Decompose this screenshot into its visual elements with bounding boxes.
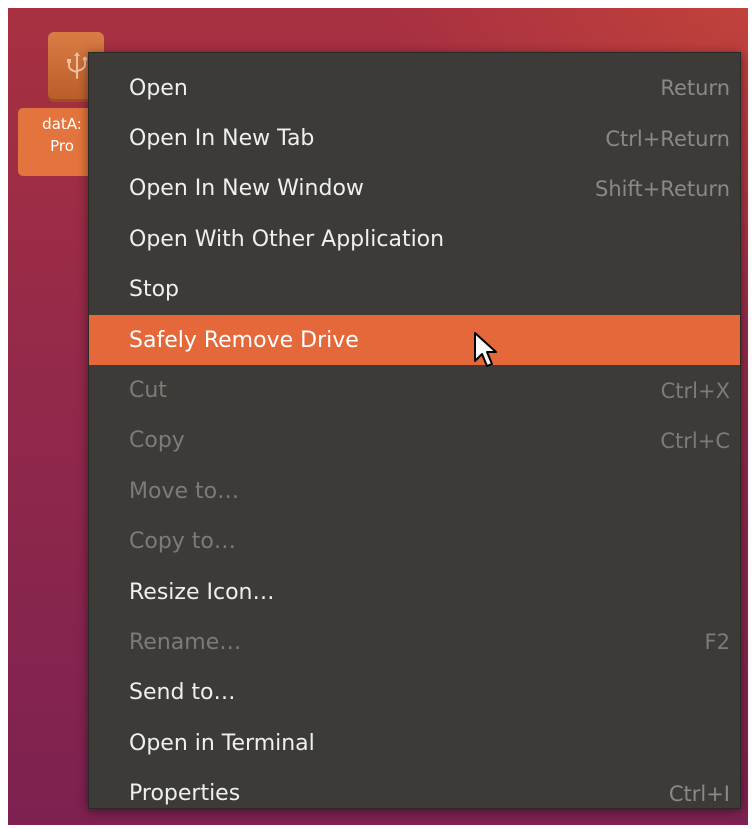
context-menu: Open Return Open In New Tab Ctrl+Return Open… bbox=[88, 52, 741, 809]
mouse-pointer-icon bbox=[474, 332, 497, 367]
menu-item-label: Open With Other Application bbox=[129, 226, 445, 252]
menu-item-label: Open in Terminal bbox=[129, 730, 315, 756]
menu-item-open-with-other-application[interactable]: Open With Other Application bbox=[89, 214, 740, 264]
menu-item-shortcut: Return bbox=[660, 76, 730, 101]
menu-item-label: Copy bbox=[129, 428, 185, 454]
menu-item-shortcut: Shift+Return bbox=[594, 176, 730, 201]
menu-item-label: Send to… bbox=[129, 680, 236, 706]
menu-item-label: Rename… bbox=[129, 629, 242, 655]
menu-item-open-in-new-tab[interactable]: Open In New Tab Ctrl+Return bbox=[89, 113, 740, 163]
menu-item-label: Copy to… bbox=[129, 529, 236, 555]
menu-item-rename[interactable]: Rename… F2 bbox=[89, 617, 740, 667]
menu-item-shortcut: Ctrl+X bbox=[660, 378, 730, 403]
menu-item-shortcut: Ctrl+Return bbox=[605, 126, 730, 151]
menu-item-move-to[interactable]: Move to… bbox=[89, 466, 740, 516]
menu-item-label: Cut bbox=[129, 378, 167, 404]
menu-item-open-in-new-window[interactable]: Open In New Window Shift+Return bbox=[89, 164, 740, 214]
menu-item-safely-remove-drive[interactable]: Safely Remove Drive bbox=[89, 314, 740, 366]
menu-item-label: Stop bbox=[129, 277, 180, 303]
menu-item-label: Open In New Tab bbox=[129, 126, 315, 152]
menu-item-properties[interactable]: Properties Ctrl+I bbox=[89, 768, 740, 818]
menu-item-cut[interactable]: Cut Ctrl+X bbox=[89, 365, 740, 415]
menu-item-label: Properties bbox=[129, 781, 241, 807]
menu-item-label: Safely Remove Drive bbox=[129, 327, 359, 353]
menu-item-label: Open In New Window bbox=[129, 176, 364, 202]
menu-item-stop[interactable]: Stop bbox=[89, 265, 740, 315]
menu-item-copy[interactable]: Copy Ctrl+C bbox=[89, 416, 740, 466]
menu-item-label: Move to… bbox=[129, 478, 240, 504]
menu-item-copy-to[interactable]: Copy to… bbox=[89, 517, 740, 567]
menu-item-shortcut: Ctrl+C bbox=[660, 428, 730, 453]
menu-item-open[interactable]: Open Return bbox=[89, 63, 740, 113]
menu-item-shortcut: F2 bbox=[704, 630, 730, 655]
menu-item-resize-icon[interactable]: Resize Icon… bbox=[89, 567, 740, 617]
menu-item-open-in-terminal[interactable]: Open in Terminal bbox=[89, 718, 740, 768]
menu-item-shortcut: Ctrl+I bbox=[668, 781, 730, 806]
menu-item-label: Open bbox=[129, 75, 188, 101]
menu-item-label: Resize Icon… bbox=[129, 579, 275, 605]
menu-item-send-to[interactable]: Send to… bbox=[89, 668, 740, 718]
